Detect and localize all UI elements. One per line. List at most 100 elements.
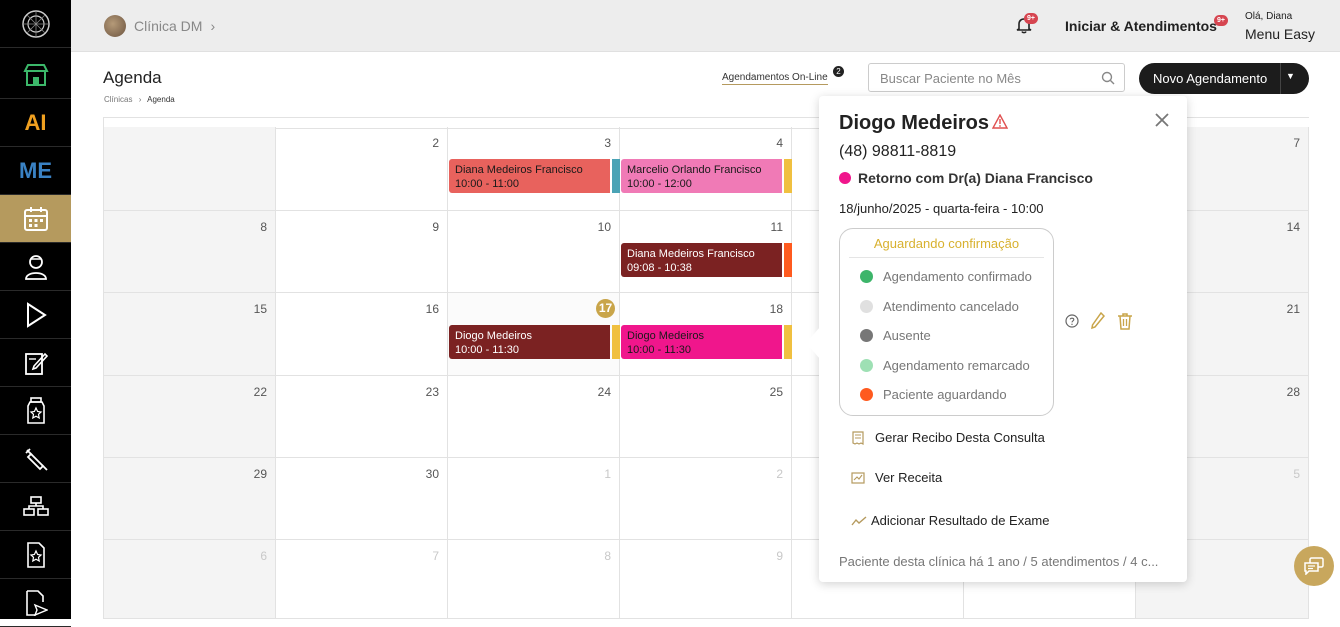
status-option-label: Agendamento remarcado (883, 358, 1030, 373)
sidebar-item-play[interactable] (0, 291, 71, 339)
sidebar: AI ME (0, 0, 71, 627)
doctor-icon (24, 254, 47, 280)
day-number: 8 (260, 220, 267, 234)
help-icon[interactable] (1065, 314, 1079, 328)
sidebar-item-store[interactable] (0, 51, 71, 99)
caret-down-icon[interactable]: ▼ (1286, 71, 1295, 81)
calendar-day-cell[interactable]: 23 (276, 376, 448, 458)
calendar-day-cell[interactable]: 25 (620, 376, 792, 458)
warning-icon[interactable] (992, 114, 1008, 129)
sidebar-item-doctor[interactable] (0, 243, 71, 291)
calendar-day-cell[interactable]: 6 (104, 540, 276, 619)
store-icon (22, 63, 49, 86)
calendar-day-cell[interactable]: 16 (276, 293, 448, 376)
event-status-strip (784, 325, 792, 359)
sidebar-item-ai[interactable]: AI (0, 99, 71, 147)
online-appointments-link[interactable]: Agendamentos On-Line (722, 72, 828, 85)
breadcrumb: Clínicas › Agenda (104, 95, 175, 104)
today-badge: 17 (596, 299, 615, 318)
event-patient-name: Diana Medeiros Francisco (627, 248, 755, 260)
calendar-day-cell[interactable]: 2 (620, 458, 792, 540)
day-number: 2 (776, 467, 783, 481)
appointment-event[interactable]: Diana Medeiros Francisco 10:00 - 11:00 (449, 159, 620, 193)
search-box (868, 63, 1125, 92)
status-option-remarcado[interactable]: Agendamento remarcado (860, 358, 1030, 373)
avatar (104, 15, 126, 37)
view-prescription-link[interactable]: Ver Receita (851, 470, 942, 485)
prescription-icon (851, 471, 865, 484)
sidebar-item-me[interactable]: ME (0, 147, 71, 195)
calendar-day-cell[interactable]: 2 (276, 127, 448, 211)
menu-easy-button[interactable]: Menu Easy (1245, 26, 1315, 42)
sidebar-item-hierarchy[interactable] (0, 483, 71, 531)
breadcrumb-clinicas[interactable]: Clínicas (104, 95, 132, 104)
day-number: 15 (253, 302, 267, 316)
day-number: 14 (1286, 220, 1300, 234)
appointment-event[interactable]: Diogo Medeiros 10:00 - 11:30 (449, 325, 620, 359)
day-number: 2 (432, 136, 439, 150)
calendar-day-cell[interactable]: 8 (104, 211, 276, 293)
app-logo[interactable] (0, 0, 71, 48)
sidebar-item-agenda[interactable] (0, 195, 71, 243)
chat-button[interactable] (1294, 546, 1334, 586)
sidebar-item-syringe[interactable] (0, 435, 71, 483)
event-time: 09:08 - 10:38 (627, 262, 692, 274)
appointment-event[interactable]: Diogo Medeiros 10:00 - 11:30 (621, 325, 792, 359)
calendar-day-cell[interactable]: 30 (276, 458, 448, 540)
status-option-ausente[interactable]: Ausente (860, 328, 931, 343)
event-patient-name: Marcelio Orlando Francisco (627, 164, 762, 176)
status-option-cancelado[interactable]: Atendimento cancelado (860, 299, 1019, 314)
calendar-day-cell[interactable] (104, 127, 276, 211)
appointment-event[interactable]: Diana Medeiros Francisco 09:08 - 10:38 (621, 243, 792, 277)
breadcrumb-separator: › (138, 95, 142, 104)
calendar-day-cell[interactable]: 9 (620, 540, 792, 619)
breadcrumb-agenda: Agenda (147, 95, 175, 104)
sidebar-item-star-doc[interactable] (0, 531, 71, 579)
edit-icon[interactable] (1091, 312, 1105, 330)
logo-icon (21, 9, 50, 38)
notifications-button[interactable]: 9+ (1015, 13, 1038, 39)
calendar-day-cell[interactable]: 1 (448, 458, 620, 540)
calendar-day-cell[interactable]: 9 (276, 211, 448, 293)
status-dot (860, 329, 873, 342)
status-option-label: Ausente (883, 328, 931, 343)
day-number: 7 (1293, 136, 1300, 150)
day-number: 22 (253, 385, 267, 399)
appointment-type-label: Retorno com Dr(a) Diana Francisco (858, 170, 1093, 186)
calendar-day-cell[interactable]: 15 (104, 293, 276, 376)
calendar-day-cell[interactable]: 8 (448, 540, 620, 619)
action-icons (1065, 312, 1133, 330)
generate-receipt-link[interactable]: Gerar Recibo Desta Consulta (851, 430, 1045, 445)
search-icon[interactable] (1101, 71, 1115, 85)
calendar-day-cell[interactable]: 10 (448, 211, 620, 293)
add-exam-result-link[interactable]: Adicionar Resultado de Exame (851, 513, 1050, 528)
hierarchy-icon (22, 495, 49, 516)
status-option-aguardando[interactable]: Paciente aguardando (860, 387, 1007, 402)
day-number: 24 (597, 385, 611, 399)
status-option-confirmado[interactable]: Agendamento confirmado (860, 269, 1032, 284)
clinic-selector[interactable]: Clínica DM › (104, 15, 215, 37)
event-time: 10:00 - 11:30 (627, 344, 692, 356)
day-number: 3 (604, 136, 611, 150)
day-number: 7 (432, 549, 439, 563)
sidebar-item-send-doc[interactable] (0, 579, 71, 627)
generate-receipt-label: Gerar Recibo Desta Consulta (875, 430, 1045, 445)
iniciar-atendimentos-button[interactable]: Iniciar & Atendimentos (1065, 18, 1217, 34)
trash-icon[interactable] (1117, 312, 1133, 330)
calendar-day-cell[interactable]: 22 (104, 376, 276, 458)
chat-icon (1304, 557, 1324, 575)
appointment-event[interactable]: Marcelio Orlando Francisco 10:00 - 12:00 (621, 159, 792, 193)
new-appointment-button[interactable]: Novo Agendamento ▼ (1139, 63, 1309, 94)
search-input[interactable] (878, 70, 1097, 87)
sidebar-item-notes[interactable] (0, 339, 71, 387)
calendar-day-cell[interactable]: 7 (276, 540, 448, 619)
sidebar-item-medicine[interactable] (0, 387, 71, 435)
event-status-strip (612, 325, 620, 359)
close-icon[interactable] (1154, 112, 1170, 128)
receipt-icon (852, 430, 864, 445)
calendar-day-cell[interactable]: 29 (104, 458, 276, 540)
new-appointment-label: Novo Agendamento (1153, 71, 1268, 86)
event-time: 10:00 - 11:30 (455, 344, 520, 356)
calendar-day-cell[interactable]: 24 (448, 376, 620, 458)
day-number: 28 (1286, 385, 1300, 399)
